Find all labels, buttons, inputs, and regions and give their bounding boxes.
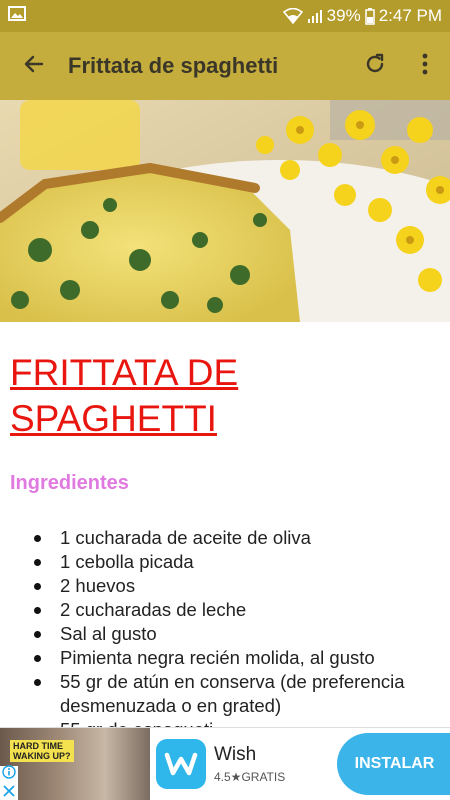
app-bar: Frittata de spaghetti [0, 32, 450, 100]
status-right: 39% 2:47 PM [282, 6, 442, 26]
list-item: 1 cucharada de aceite de oliva [32, 526, 440, 550]
list-item: 1 cebolla picada [32, 550, 440, 574]
page-title: Frittata de spaghetti [68, 53, 279, 78]
list-item: Sal al gusto [32, 622, 440, 646]
list-item: 55 gr de espagueti [32, 718, 440, 727]
list-item: 55 gr de atún en conserva (de preferenci… [32, 670, 440, 718]
recipe-title: FRITTATA DE SPAGHETTI [10, 350, 440, 442]
status-left [8, 6, 26, 26]
battery-percent: 39% [326, 6, 361, 25]
battery-icon [364, 7, 375, 25]
ad-rating: 4.5★GRATIS [214, 770, 286, 784]
wish-logo-icon[interactable] [156, 739, 206, 789]
ingredients-heading: Ingredientes [10, 472, 129, 494]
status-bar: 39% 2:47 PM [0, 0, 450, 32]
install-button[interactable]: INSTALAR [337, 733, 450, 795]
ad-thumb-text-line2: WAKING UP? [13, 750, 71, 761]
ad-info-button[interactable] [0, 765, 18, 784]
info-icon [2, 765, 16, 784]
refresh-icon [363, 52, 387, 81]
clock: 2:47 PM [378, 6, 442, 25]
ad-thumb-text: HARD TIME WAKING UP? [10, 739, 74, 762]
refresh-button[interactable] [350, 32, 400, 100]
ad-close-button[interactable] [0, 783, 18, 800]
recipe-title-line1: FRITTATA DE [10, 352, 239, 393]
ad-banner[interactable]: HARD TIME WAKING UP? Wish 4.5★GRATIS INS… [0, 727, 450, 800]
list-item: 2 huevos [32, 574, 440, 598]
ad-text[interactable]: Wish 4.5★GRATIS [214, 744, 337, 784]
ad-thumbnail[interactable]: HARD TIME WAKING UP? [0, 727, 150, 800]
ad-app-name: Wish [214, 744, 257, 765]
list-item: 2 cucharadas de leche [32, 598, 440, 622]
recipe-title-line2: SPAGHETTI [10, 398, 217, 439]
list-item: Pimienta negra recién molida, al gusto [32, 646, 440, 670]
close-icon [3, 784, 15, 800]
overflow-menu-button[interactable] [400, 32, 450, 100]
back-button[interactable] [0, 32, 68, 100]
signal-icon [307, 8, 323, 24]
recipe-hero-image [0, 100, 450, 322]
arrow-back-icon [22, 52, 46, 81]
more-vert-icon [421, 52, 429, 81]
gallery-notification-icon [8, 6, 26, 26]
ad-thumb-text-line1: HARD TIME [13, 740, 63, 751]
ingredients-list: 1 cucharada de aceite de oliva 1 cebolla… [10, 526, 440, 727]
recipe-content: FRITTATA DE SPAGHETTI Ingredientes 1 cuc… [0, 322, 450, 727]
wifi-icon [282, 8, 303, 24]
